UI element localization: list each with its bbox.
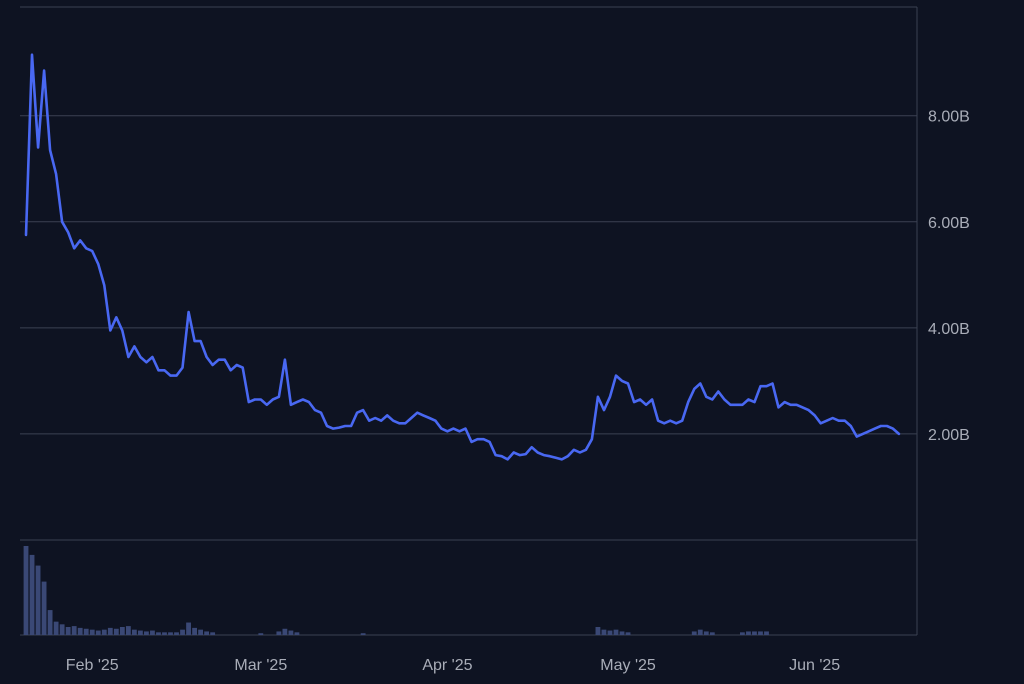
volume-bar — [198, 629, 204, 635]
volume-bar — [47, 610, 53, 635]
x-tick-label: Jun '25 — [789, 657, 840, 674]
volume-bar — [740, 632, 745, 635]
volume-bar — [23, 546, 29, 635]
y-tick-label: 6.00B — [928, 215, 970, 232]
volume-bar — [192, 627, 197, 635]
volume-bar — [258, 633, 264, 635]
volume-bar — [144, 631, 149, 635]
volume-bar — [29, 554, 35, 635]
volume-bar — [131, 629, 137, 635]
volume-bar — [65, 626, 71, 635]
chart-background — [0, 0, 1024, 679]
volume-bar — [95, 630, 101, 635]
volume-bar — [294, 632, 300, 635]
y-tick-label: 8.00B — [928, 109, 970, 126]
x-tick-label: Apr '25 — [422, 657, 472, 674]
volume-bar — [89, 629, 95, 635]
volume-bar — [35, 565, 41, 635]
volume-bar — [625, 632, 631, 635]
volume-bar — [168, 632, 173, 635]
volume-bar — [174, 632, 179, 635]
volume-bar — [59, 624, 65, 635]
volume-bar — [210, 632, 216, 635]
volume-bar — [150, 630, 155, 635]
x-tick-label: Mar '25 — [234, 657, 287, 674]
volume-bar — [613, 629, 619, 635]
volume-bar — [107, 627, 113, 635]
volume-bar — [619, 631, 625, 635]
volume-bar — [601, 629, 607, 635]
price-chart: 2.00B 4.00B 6.00B 8.00B Feb '25 Mar '25 Apr '… — [0, 0, 1024, 679]
volume-bar — [697, 629, 703, 635]
volume-bar — [360, 633, 366, 635]
y-tick-label: 4.00B — [928, 321, 970, 338]
chart-container: 2.00B 4.00B 6.00B 8.00B Feb '25 Mar '25 Apr '… — [0, 0, 1024, 679]
volume-bar — [595, 626, 601, 635]
volume-bar — [186, 622, 191, 635]
x-tick-label: Feb '25 — [66, 657, 119, 674]
volume-bar — [113, 628, 119, 635]
volume-bar — [752, 631, 757, 635]
volume-bar — [204, 631, 210, 635]
volume-bar — [83, 628, 89, 635]
volume-bar — [758, 631, 763, 635]
volume-bar — [709, 632, 715, 635]
volume-bar — [703, 631, 709, 635]
volume-bar — [156, 632, 161, 635]
y-tick-label: 2.00B — [928, 427, 970, 444]
volume-bar — [71, 626, 77, 635]
volume-bar — [288, 630, 294, 635]
volume-bar — [746, 631, 751, 635]
volume-bar — [125, 626, 131, 635]
volume-bar — [119, 626, 125, 635]
volume-bar — [137, 630, 143, 635]
volume-bar — [691, 631, 697, 635]
volume-bar — [162, 632, 167, 635]
volume-bar — [282, 628, 288, 635]
volume-bar — [607, 630, 613, 635]
volume-bar — [41, 581, 47, 635]
volume-bar — [101, 629, 107, 635]
volume-bar — [276, 631, 282, 635]
volume-bar — [77, 627, 83, 635]
volume-bar — [180, 629, 185, 635]
x-tick-label: May '25 — [600, 657, 656, 674]
volume-bar — [53, 621, 59, 635]
volume-bar — [764, 631, 769, 635]
